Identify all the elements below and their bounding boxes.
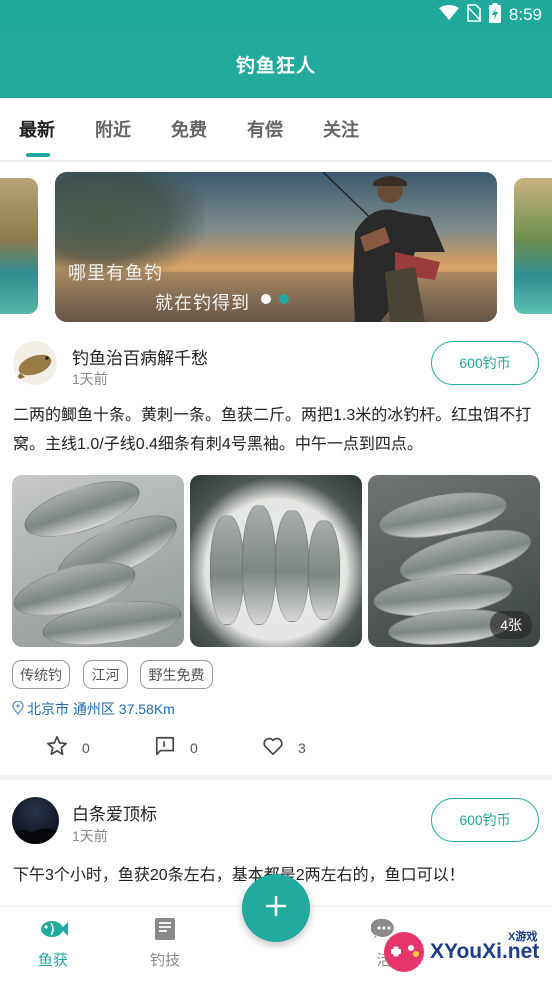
location-label: 北京市 通州区 37.58Km: [27, 701, 175, 717]
tag-chip[interactable]: 野生免费: [140, 660, 213, 689]
tab-free[interactable]: 免费: [171, 116, 207, 142]
fish-icon: [38, 917, 68, 945]
price-button[interactable]: 600钓币: [431, 798, 539, 842]
post-photo[interactable]: 4张: [368, 475, 540, 647]
status-time: 8:59: [508, 5, 542, 24]
carousel-dots: [261, 294, 289, 304]
like-count: 0: [82, 739, 90, 756]
gamepad-logo-icon: [384, 932, 424, 972]
page-title: 钓鱼狂人: [235, 55, 316, 77]
location-pin-icon: [12, 699, 24, 718]
banner-prev-thumbnail[interactable]: [0, 178, 38, 314]
post-content[interactable]: 二两的鲫鱼十条。黄刺一条。鱼获二斤。两把1.3米的冰钓杆。红虫饵不打窝。主线1.…: [13, 401, 539, 459]
favorite-count: 3: [298, 739, 306, 756]
nav-item-catch[interactable]: 鱼获: [38, 917, 68, 970]
avatar[interactable]: [12, 797, 59, 844]
banner-carousel[interactable]: 哪里有鱼钓 就在钓得到: [0, 170, 552, 326]
post-photo[interactable]: [12, 475, 184, 647]
tab-latest[interactable]: 最新: [19, 116, 55, 142]
nav-item-skills[interactable]: 钓技: [150, 917, 180, 970]
heart-icon: [262, 735, 284, 760]
no-sim-icon: [466, 3, 482, 27]
banner-subline: 就在钓得到: [155, 293, 250, 313]
banner-next-thumbnail[interactable]: [514, 178, 552, 314]
post-location[interactable]: 北京市 通州区 37.58Km: [12, 699, 175, 719]
add-post-button[interactable]: [242, 874, 310, 942]
post-photo[interactable]: [190, 475, 362, 647]
app-bar: 钓鱼狂人: [0, 30, 552, 98]
comment-count: 0: [190, 739, 198, 756]
night-sky-avatar-image: [12, 828, 59, 844]
price-label: 600钓币: [459, 812, 511, 828]
plus-icon: [264, 894, 288, 923]
tab-indicator: [26, 153, 50, 157]
category-tabs: 最新 附近 免费 有偿 关注: [0, 98, 552, 160]
photo-count-badge: 4张: [490, 611, 532, 639]
post-time: 1天前: [72, 371, 108, 387]
banner-headline: 哪里有鱼钓: [68, 263, 163, 283]
watermark-cn: X游戏: [508, 931, 538, 943]
nav-label: 钓技: [150, 952, 181, 969]
like-action[interactable]: 0: [46, 735, 90, 760]
tab-following[interactable]: 关注: [323, 116, 359, 142]
tab-nearby[interactable]: 附近: [95, 116, 131, 142]
post-author[interactable]: 白条爱顶标: [72, 800, 157, 825]
tag-chip[interactable]: 传统钓: [12, 660, 70, 689]
book-icon: [152, 917, 178, 945]
tag-chip[interactable]: 江河: [83, 660, 128, 689]
divider: [0, 160, 552, 162]
post-author[interactable]: 钓鱼治百病解千愁: [72, 344, 208, 369]
comment-action[interactable]: 0: [154, 735, 198, 760]
price-button[interactable]: 600钓币: [431, 341, 539, 385]
wifi-icon: [438, 4, 459, 26]
comment-icon: [154, 735, 176, 760]
divider: [0, 775, 552, 780]
post-time: 1天前: [72, 828, 108, 844]
favorite-action[interactable]: 3: [262, 735, 306, 760]
price-label: 600钓币: [459, 355, 511, 371]
carousel-dot[interactable]: [279, 294, 289, 304]
watermark: XYouXi.net X游戏: [382, 926, 550, 978]
tab-paid[interactable]: 有偿: [247, 116, 283, 142]
battery-charging-icon: [488, 2, 501, 28]
status-bar: 8:59: [0, 0, 552, 30]
avatar[interactable]: [13, 341, 57, 385]
star-icon: [46, 735, 68, 760]
carp-avatar-image: [15, 354, 52, 381]
carousel-dot-active[interactable]: [261, 294, 271, 304]
nav-label: 鱼获: [38, 952, 69, 969]
